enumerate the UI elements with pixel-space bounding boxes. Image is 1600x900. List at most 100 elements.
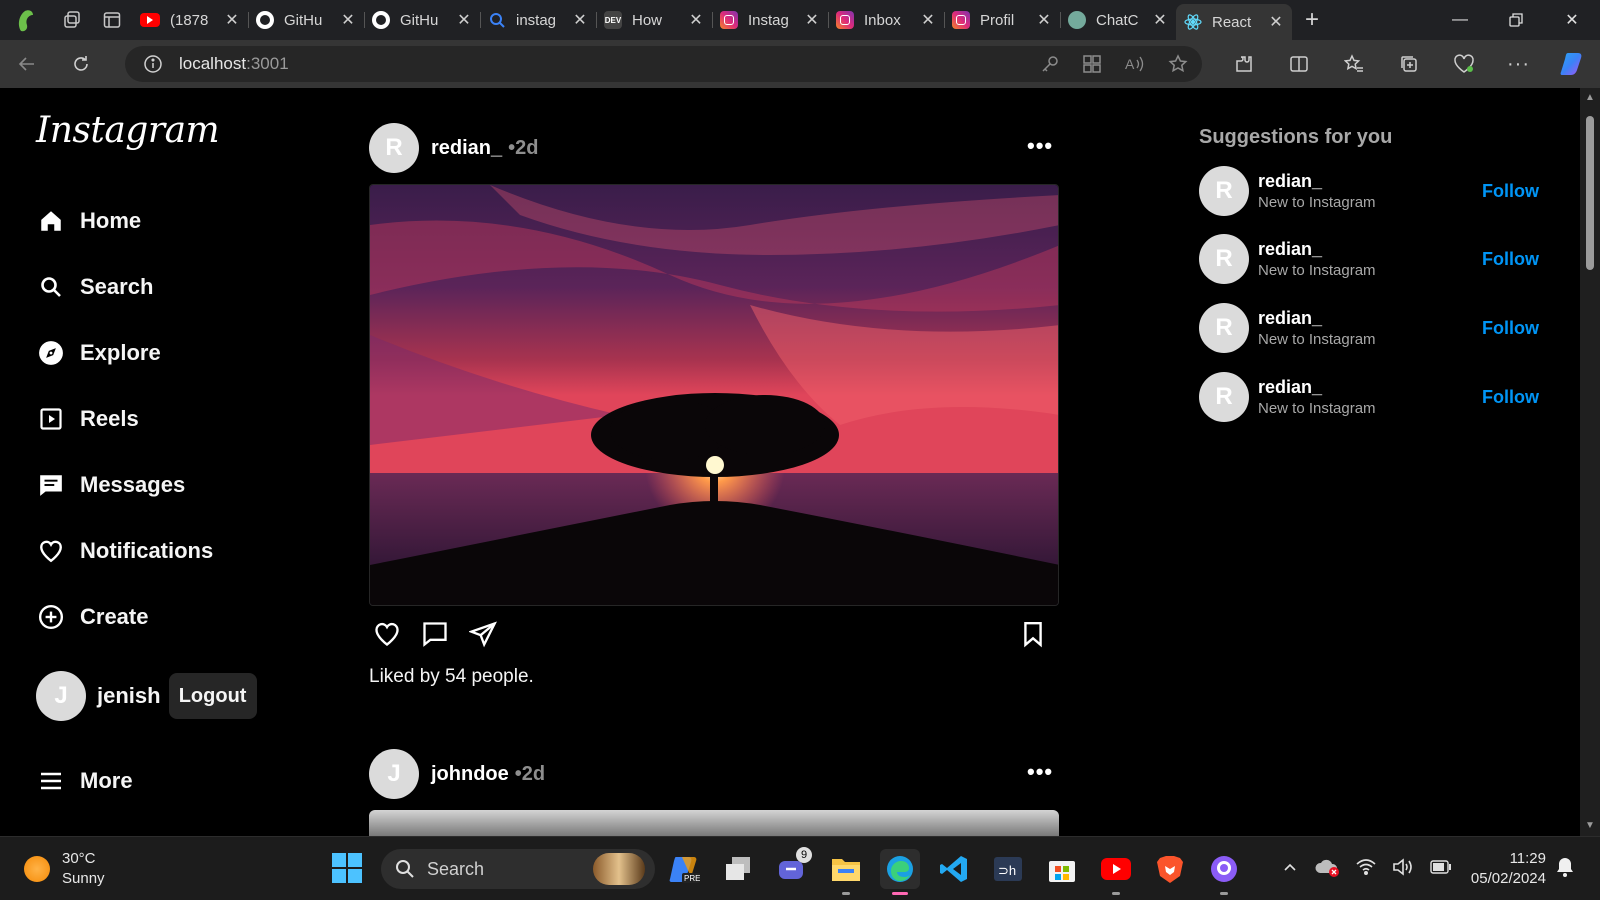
suggestion-username[interactable]: redian_ (1258, 308, 1376, 329)
post-username[interactable]: johndoe (431, 763, 509, 786)
site-info-icon[interactable] (143, 54, 163, 74)
follow-button[interactable]: Follow (1482, 249, 1539, 270)
page-scrollbar[interactable]: ▲ ▼ (1580, 88, 1600, 836)
close-tab-icon[interactable]: ✕ (688, 10, 704, 30)
current-username[interactable]: jenish (97, 683, 161, 709)
post-username[interactable]: redian_ (431, 137, 502, 160)
avatar[interactable]: R (1199, 234, 1249, 284)
close-tab-icon[interactable]: ✕ (572, 10, 588, 30)
teams-chat-app-icon[interactable]: 9 (772, 847, 812, 889)
follow-button[interactable]: Follow (1482, 181, 1539, 202)
address-bar[interactable]: localhost:3001 A (125, 46, 1202, 82)
avatar[interactable]: R (1199, 303, 1249, 353)
volume-icon[interactable] (1392, 857, 1414, 881)
app-available-icon[interactable] (1082, 54, 1102, 74)
browser-tab[interactable]: Inbox ✕ (828, 4, 944, 36)
sidebar-item-home[interactable]: Home (36, 201, 141, 241)
share-send-icon[interactable] (467, 618, 499, 650)
battery-icon[interactable] (1430, 859, 1452, 879)
browser-tab[interactable]: instag ✕ (480, 4, 596, 36)
reload-icon[interactable] (54, 40, 108, 88)
close-tab-icon[interactable]: ✕ (1036, 10, 1052, 30)
chevron-up-icon[interactable] (1282, 859, 1298, 880)
sidebar-item-reels[interactable]: Reels (36, 399, 139, 439)
task-view-app-icon[interactable] (718, 849, 758, 889)
post-image[interactable] (369, 184, 1059, 606)
browser-tab[interactable]: ChatC ✕ (1060, 4, 1176, 36)
file-explorer-app-icon[interactable] (826, 849, 866, 895)
vscode-app-icon[interactable] (934, 849, 974, 889)
key-icon[interactable] (1040, 54, 1060, 74)
back-icon[interactable] (0, 40, 54, 88)
settings-more-icon[interactable]: ··· (1491, 40, 1546, 88)
new-tab-button[interactable]: + (1292, 0, 1332, 40)
follow-button[interactable]: Follow (1482, 318, 1539, 339)
suggestion-username[interactable]: redian_ (1258, 239, 1376, 260)
avatar[interactable]: J (369, 749, 419, 799)
scrollbar-thumb[interactable] (1586, 116, 1594, 270)
minimize-icon[interactable]: — (1432, 0, 1488, 40)
close-tab-icon[interactable]: ✕ (1152, 10, 1168, 30)
copilot-preview-app-icon[interactable]: PRE (664, 849, 704, 889)
browser-tab[interactable]: GitHu ✕ (248, 4, 364, 36)
collections-icon[interactable] (1381, 40, 1436, 88)
suggestion-username[interactable]: redian_ (1258, 377, 1376, 398)
avatar[interactable]: J (36, 671, 86, 721)
sidebar-item-more[interactable]: More (36, 761, 133, 801)
post-image[interactable] (369, 810, 1059, 836)
brave-app-icon[interactable] (1150, 849, 1190, 889)
copilot-icon[interactable] (1546, 40, 1600, 88)
search-highlight-image[interactable] (593, 853, 645, 885)
youtube-app-icon[interactable] (1096, 849, 1136, 895)
suggestion-username[interactable]: redian_ (1258, 171, 1376, 192)
close-tab-icon[interactable]: ✕ (1268, 12, 1284, 32)
sidebar-item-messages[interactable]: Messages (36, 465, 185, 505)
browser-tab[interactable]: (1878 ✕ (132, 4, 248, 36)
browser-tab[interactable]: Profil ✕ (944, 4, 1060, 36)
wifi-icon[interactable] (1356, 858, 1376, 881)
favorite-star-icon[interactable] (1168, 54, 1188, 74)
browser-tab[interactable]: GitHu ✕ (364, 4, 480, 36)
weather-widget[interactable]: 30°C Sunny (24, 849, 105, 889)
restore-icon[interactable] (1488, 0, 1544, 40)
edge-app-icon[interactable] (880, 849, 920, 895)
browser-tab[interactable]: Instag ✕ (712, 4, 828, 36)
avatar[interactable]: R (1199, 166, 1249, 216)
sidebar-item-notifications[interactable]: Notifications (36, 531, 213, 571)
taskbar-clock[interactable]: 11:29 05/02/2024 (1462, 849, 1546, 889)
workspaces-icon[interactable] (52, 0, 92, 40)
microsoft-store-app-icon[interactable] (1042, 849, 1082, 889)
close-tab-icon[interactable]: ✕ (804, 10, 820, 30)
windows-start-icon[interactable] (330, 851, 364, 885)
close-tab-icon[interactable]: ✕ (340, 10, 356, 30)
scroll-up-icon[interactable]: ▲ (1584, 92, 1596, 104)
post-options-icon[interactable]: ••• (1027, 133, 1053, 159)
notification-bell-icon[interactable] (1556, 857, 1574, 882)
avatar[interactable]: R (369, 123, 419, 173)
bookmark-icon[interactable] (1017, 618, 1049, 650)
logout-button[interactable]: Logout (168, 673, 257, 719)
close-window-icon[interactable]: ✕ (1544, 0, 1600, 40)
follow-button[interactable]: Follow (1482, 387, 1539, 408)
taskbar-search[interactable]: Search (381, 849, 655, 889)
comment-icon[interactable] (419, 618, 451, 650)
sidebar-item-search[interactable]: Search (36, 267, 153, 307)
sidebar-item-explore[interactable]: Explore (36, 333, 161, 373)
read-aloud-icon[interactable]: A (1124, 54, 1146, 74)
close-tab-icon[interactable]: ✕ (920, 10, 936, 30)
browser-tab[interactable]: DEV How ✕ (596, 4, 712, 36)
tab-actions-icon[interactable] (92, 0, 132, 40)
scroll-down-icon[interactable]: ▼ (1584, 820, 1596, 832)
like-heart-icon[interactable] (371, 618, 403, 650)
instagram-logo[interactable]: Instagram (36, 110, 220, 151)
github-desktop-app-icon[interactable] (1204, 849, 1244, 895)
browser-profile-icon[interactable] (0, 0, 52, 40)
close-tab-icon[interactable]: ✕ (456, 10, 472, 30)
browser-tab[interactable]: React ✕ (1176, 4, 1292, 40)
post-options-icon[interactable]: ••• (1027, 759, 1053, 785)
close-tab-icon[interactable]: ✕ (224, 10, 240, 30)
onedrive-error-icon[interactable] (1314, 857, 1340, 882)
favorites-icon[interactable] (1326, 40, 1381, 88)
extensions-icon[interactable] (1216, 40, 1271, 88)
sidebar-item-create[interactable]: Create (36, 597, 148, 637)
